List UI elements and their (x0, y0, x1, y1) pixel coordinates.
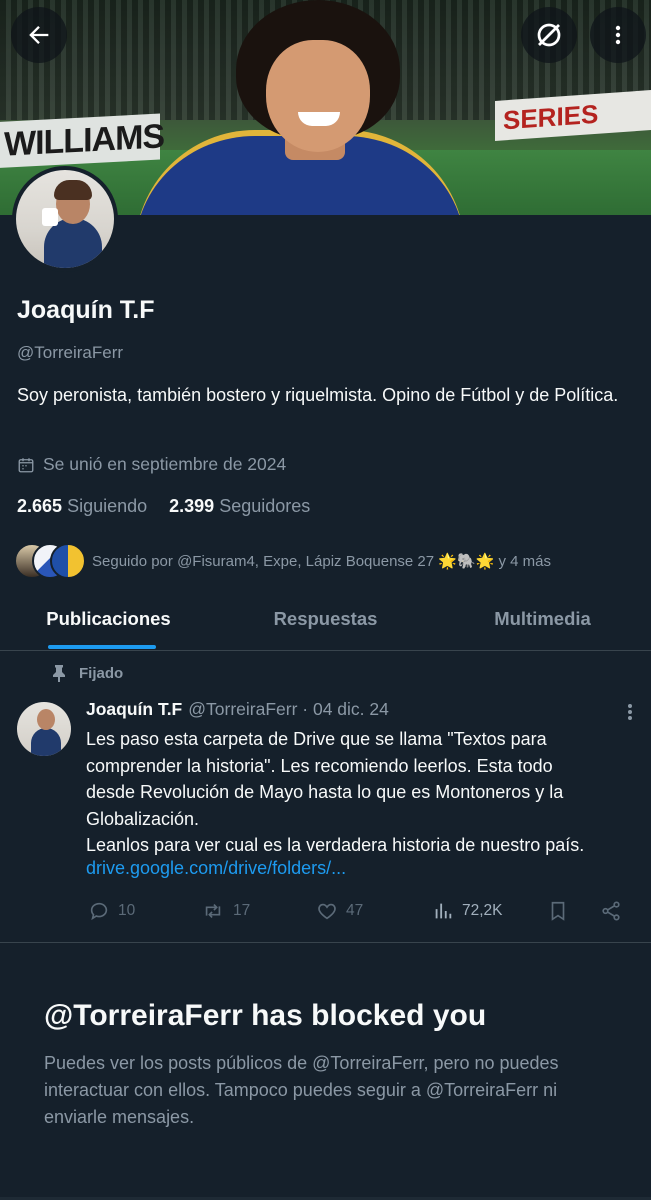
share-button[interactable] (600, 897, 622, 925)
post-actions: 10 17 47 72,2K (86, 897, 641, 925)
more-options-button[interactable] (590, 7, 646, 63)
followers-link[interactable]: 2.399 Seguidores (169, 496, 310, 517)
following-count: 2.665 (17, 496, 63, 516)
like-button[interactable]: 47 (316, 897, 363, 925)
pin-icon (53, 665, 65, 682)
share-icon (602, 901, 620, 921)
post-more-button[interactable] (620, 700, 640, 724)
post-text-line: comprender la historia". Les recomiendo … (86, 755, 553, 776)
banner-board-left: WILLIAMS (0, 113, 165, 169)
post-avatar[interactable] (17, 702, 71, 756)
tab-label: Publicaciones (46, 608, 171, 629)
back-button[interactable] (11, 7, 67, 63)
reply-button[interactable]: 10 (88, 897, 135, 925)
joined-text: Se unió en septiembre de 2024 (43, 454, 287, 474)
post-text-line: desde Revolución de Mayo hasta lo que es… (86, 782, 564, 802)
grok-icon (537, 23, 561, 47)
tab-label: Respuestas (273, 608, 378, 629)
followed-by-text: Seguido por @Fisuram4, Expe, Lápiz Boque… (92, 553, 551, 570)
active-tab-indicator (48, 645, 156, 649)
avatar-hair (54, 180, 92, 200)
repost-count: 17 (233, 902, 251, 919)
post-header: Joaquín T.F @TorreiraFerr · 04 dic. 24 (86, 699, 389, 720)
tab-publicaciones[interactable]: Publicaciones (0, 594, 217, 650)
followers-count: 2.399 (169, 496, 215, 516)
calendar-icon (18, 457, 34, 472)
pinned-label: Fijado (79, 664, 124, 682)
tab-label: Multimedia (494, 608, 591, 629)
follower-avatar-3 (50, 543, 86, 579)
post-divider (0, 942, 651, 943)
post-link[interactable]: drive.google.com/drive/folders/... (86, 858, 346, 879)
post-avatar-head (37, 709, 55, 730)
following-label: Siguiendo (67, 496, 148, 516)
profile-handle: @TorreiraFerr (17, 343, 124, 362)
views-count: 72,2K (462, 902, 503, 919)
repost-button[interactable]: 17 (201, 897, 250, 925)
blocked-title: @TorreiraFerr has blocked you (44, 999, 487, 1032)
tab-multimedia[interactable]: Multimedia (434, 594, 651, 650)
post-avatar-body (31, 728, 61, 756)
tab-respuestas[interactable]: Respuestas (217, 594, 434, 650)
views-button[interactable]: 72,2K (432, 897, 503, 925)
profile-avatar[interactable] (12, 166, 118, 272)
followed-by-row[interactable]: Seguido por @Fisuram4, Expe, Lápiz Boque… (14, 543, 551, 579)
post-text-line: Globalización. (86, 808, 200, 829)
profile-tabs: Publicaciones Respuestas Multimedia (0, 594, 651, 651)
blocked-description: Puedes ver los posts públicos de @Torrei… (44, 1053, 559, 1127)
follower-avatars (14, 543, 86, 579)
post-text-line: Leanlos para ver cual es la verdadera hi… (86, 835, 585, 855)
reply-icon (90, 902, 108, 921)
back-arrow-icon (29, 26, 49, 44)
post-text-line: Les paso esta carpeta de Drive que se ll… (86, 729, 547, 749)
followers-label: Seguidores (219, 496, 311, 516)
grok-button[interactable] (521, 7, 577, 63)
more-vertical-icon (615, 25, 621, 45)
views-icon (435, 903, 452, 919)
post-text: Les paso esta carpeta de Drive que se ll… (86, 726, 646, 859)
avatar-body (44, 218, 102, 268)
like-icon (318, 903, 336, 920)
like-count: 47 (346, 902, 364, 919)
bookmark-button[interactable] (547, 897, 569, 925)
bookmark-icon (551, 901, 565, 921)
post-author-name[interactable]: Joaquín T.F (86, 699, 182, 720)
profile-name: Joaquín T.F (17, 296, 155, 324)
following-link[interactable]: 2.665 Siguiendo (17, 496, 147, 517)
profile-bio: Soy peronista, también bostero y riquelm… (17, 385, 619, 405)
pinned-indicator: Fijado (51, 664, 123, 682)
avatar-cup (42, 208, 58, 226)
repost-icon (205, 903, 221, 919)
profile-joined: Se unió en septiembre de 2024 (17, 454, 286, 475)
reply-count: 10 (118, 902, 136, 919)
banner-player-face (266, 40, 370, 152)
profile-stats: 2.665 Siguiendo 2.399 Seguidores (17, 496, 310, 517)
post-meta[interactable]: @TorreiraFerr · 04 dic. 24 (188, 699, 389, 720)
banner-board-left-text: WILLIAMS (4, 117, 165, 164)
